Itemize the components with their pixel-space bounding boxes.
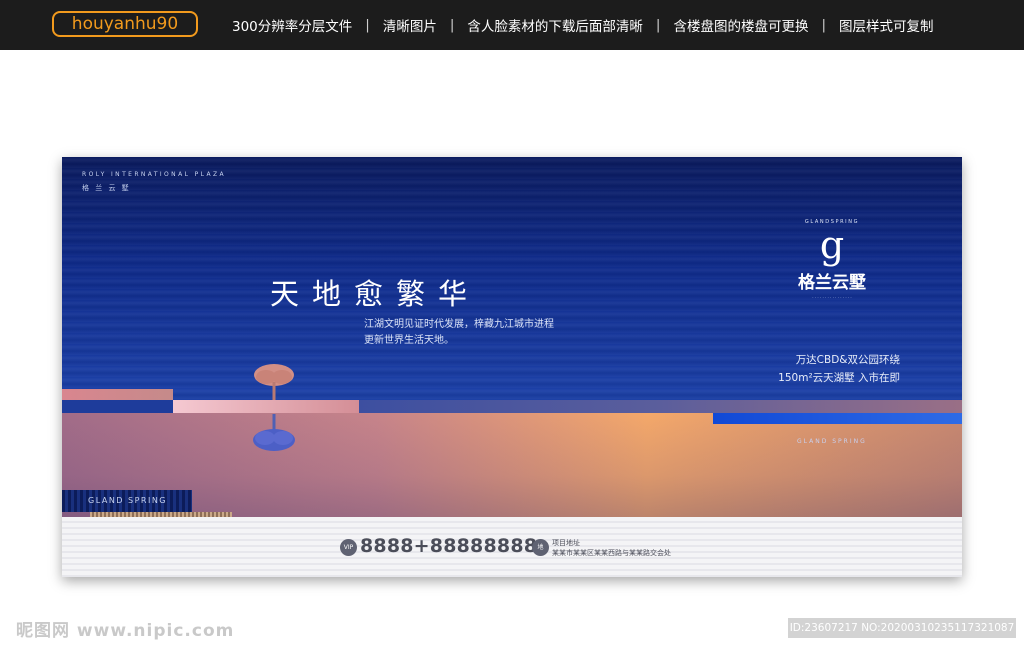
poster-image: ROLY INTERNATIONAL PLAZA 格 兰 云 墅 天地愈繁华 江…: [62, 157, 962, 577]
tree-icon: [254, 364, 294, 400]
project-logo: GLANDSPRING g 格兰云墅 · · · · · · · · · · ·…: [792, 219, 872, 300]
logo-letter: g: [819, 223, 845, 267]
feature-item: 清晰图片: [382, 19, 437, 35]
feature-item: 含楼盘图的楼盘可更换: [673, 19, 809, 35]
phone-number: 8888+88888888: [360, 535, 538, 557]
brand-chinese: 格 兰 云 墅: [82, 184, 131, 192]
horizon-block: [359, 400, 962, 413]
address-icon: 地: [532, 539, 549, 556]
subline-2: 更新世界生活天地。: [364, 335, 454, 346]
horizon-block: [62, 400, 173, 413]
address-text: 某某市某某区某某西路与某某路交会处: [552, 549, 671, 557]
vip-icon: VIP: [340, 539, 357, 556]
feature-list: 300分辨率分层文件 | 清晰图片 | 含人脸素材的下载后面部清晰 | 含楼盘图…: [232, 0, 1010, 50]
separator: |: [365, 17, 370, 33]
horizon-block: [713, 413, 962, 424]
logo-name: 格兰云墅: [798, 273, 866, 293]
brand-english: ROLY INTERNATIONAL PLAZA: [82, 171, 227, 178]
gland-spring-label: GLAND SPRING: [88, 496, 168, 505]
horizon-block: [62, 389, 173, 400]
promo-line-2: 150m²云天湖墅 入市在即: [778, 372, 900, 384]
gland-spring-mid: GLAND SPRING: [797, 438, 867, 445]
feature-item: 图层样式可复制: [839, 19, 934, 35]
site-watermark: 昵图网 www.nipic.com: [16, 621, 235, 641]
username-badge[interactable]: houyanhu90: [52, 11, 198, 37]
promo-line-1: 万达CBD&双公园环绕: [795, 354, 900, 366]
subline-1: 江湖文明见证时代发展，梓藏九江城市进程: [364, 319, 554, 330]
address-label: 项目地址: [552, 539, 580, 547]
ground-shade: [62, 413, 962, 517]
top-bar: houyanhu90 300分辨率分层文件 | 清晰图片 | 含人脸素材的下载后…: [0, 0, 1024, 50]
feature-item: 300分辨率分层文件: [232, 19, 353, 35]
feature-item: 含人脸素材的下载后面部清晰: [467, 19, 643, 35]
separator: |: [449, 17, 455, 33]
image-id-line: ID:23607217 NO:20200310235117321087: [788, 618, 1016, 638]
headline: 天地愈繁华: [270, 277, 481, 311]
separator: |: [655, 17, 661, 33]
logo-fine-print: · · · · · · · · · · · · · · · ·: [812, 295, 852, 300]
separator: |: [821, 17, 827, 33]
tree-reflection-icon: [253, 414, 295, 451]
